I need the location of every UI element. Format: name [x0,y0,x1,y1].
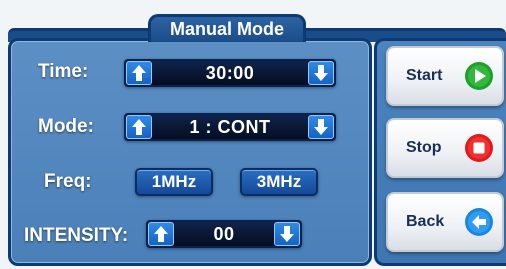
arrow-up-icon [132,65,146,81]
back-button[interactable]: Back [386,192,504,252]
intensity-increase-button[interactable] [148,222,174,246]
arrow-down-icon [280,226,294,242]
freq-label: Freq: [44,171,92,192]
intensity-decrease-button[interactable] [274,222,300,246]
intensity-value: 00 [174,222,274,246]
arrow-up-icon [154,226,168,242]
time-label: Time: [38,61,89,82]
mode-label: Mode: [38,116,94,137]
time-increase-button[interactable] [126,61,152,85]
freq-1mhz-button[interactable]: 1MHz [135,168,213,196]
page-title: Manual Mode [148,14,306,42]
stop-button[interactable]: Stop [386,118,504,178]
back-button-label: Back [406,213,445,230]
time-stepper: 30:00 [124,59,336,87]
intensity-stepper: 00 [146,220,302,248]
play-icon [465,62,493,90]
mode-decrease-button[interactable] [308,115,334,139]
arrow-up-icon [132,119,146,135]
screen: Manual Mode Time: 30:00 Mode: 1 : CONT F… [0,0,506,269]
time-decrease-button[interactable] [308,61,334,85]
back-arrow-icon [465,208,493,236]
start-button-label: Start [406,67,443,84]
mode-value: 1 : CONT [152,115,308,139]
intensity-label: INTENSITY: [24,225,129,246]
stop-icon [465,134,493,162]
mode-stepper: 1 : CONT [124,113,336,141]
freq-3mhz-button[interactable]: 3MHz [240,168,318,196]
stop-button-label: Stop [406,139,442,156]
start-button[interactable]: Start [386,46,504,106]
arrow-down-icon [314,119,328,135]
arrow-down-icon [314,65,328,81]
mode-increase-button[interactable] [126,115,152,139]
time-value: 30:00 [152,61,308,85]
